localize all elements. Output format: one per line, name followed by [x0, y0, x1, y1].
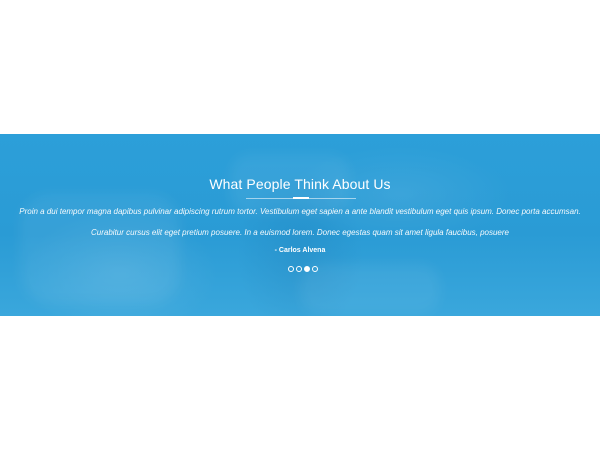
carousel-dot[interactable] — [288, 266, 294, 272]
carousel-dot-active[interactable] — [304, 266, 310, 272]
carousel-dot[interactable] — [312, 266, 318, 272]
section-title: What People Think About Us — [209, 176, 391, 192]
testimonial-section: What People Think About Us Proin a dui t… — [0, 134, 600, 316]
page: What People Think About Us Proin a dui t… — [0, 0, 600, 450]
title-divider-accent — [293, 197, 309, 199]
carousel-dot[interactable] — [296, 266, 302, 272]
testimonial-content: What People Think About Us Proin a dui t… — [0, 134, 600, 316]
testimonial-author: - Carlos Alvena — [274, 247, 326, 254]
carousel-pagination — [288, 266, 318, 272]
testimonial-quote-line: Curabitur cursus elit eget pretium posue… — [91, 228, 509, 237]
testimonial-quote-line: Proin a dui tempor magna dapibus pulvina… — [19, 207, 581, 216]
